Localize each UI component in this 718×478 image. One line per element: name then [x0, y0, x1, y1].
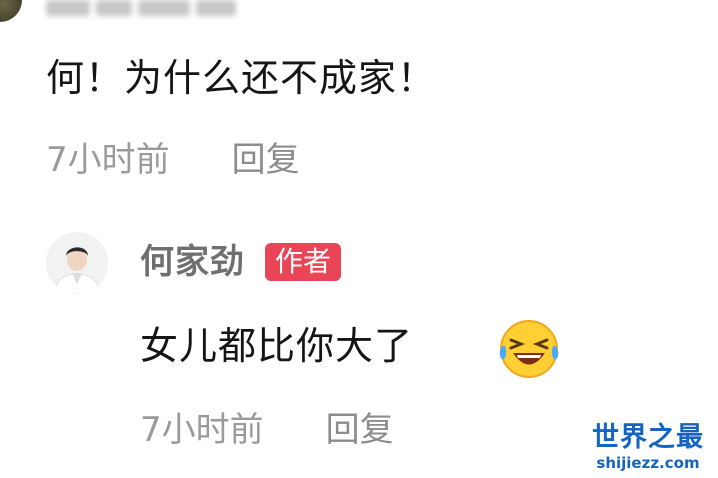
- author-header: 何家劲 作者: [140, 240, 342, 284]
- comment-meta: 7小时前 回复: [46, 140, 300, 180]
- reply-meta: 7小时前 回复: [140, 410, 394, 450]
- watermark-url: shijiezz.com: [596, 454, 700, 472]
- author-name[interactable]: 何家劲: [140, 240, 245, 284]
- commenter-avatar[interactable]: [0, 0, 22, 22]
- comment-text: 何！为什么还不成家！: [46, 56, 437, 100]
- comment-timestamp: 7小时前: [46, 140, 170, 180]
- reply-timestamp: 7小时前: [140, 410, 264, 450]
- blurred-commenter-name: [46, 0, 296, 22]
- reply-button[interactable]: 回复: [232, 140, 300, 180]
- reply-button[interactable]: 回复: [326, 410, 394, 450]
- author-badge: 作者: [265, 243, 342, 281]
- laughing-with-tears-emoji-icon: [499, 320, 559, 378]
- site-watermark: 世界之最 shijiezz.com: [586, 422, 710, 472]
- watermark-title: 世界之最: [592, 422, 704, 453]
- reply-text: 女儿都比你大了: [140, 324, 414, 368]
- comment-thread: 何！为什么还不成家！ 7小时前 回复 何家劲 作者 女儿都比你大了 7小时前 回…: [0, 0, 718, 478]
- author-avatar[interactable]: [46, 232, 108, 294]
- person-avatar-icon: [46, 232, 108, 294]
